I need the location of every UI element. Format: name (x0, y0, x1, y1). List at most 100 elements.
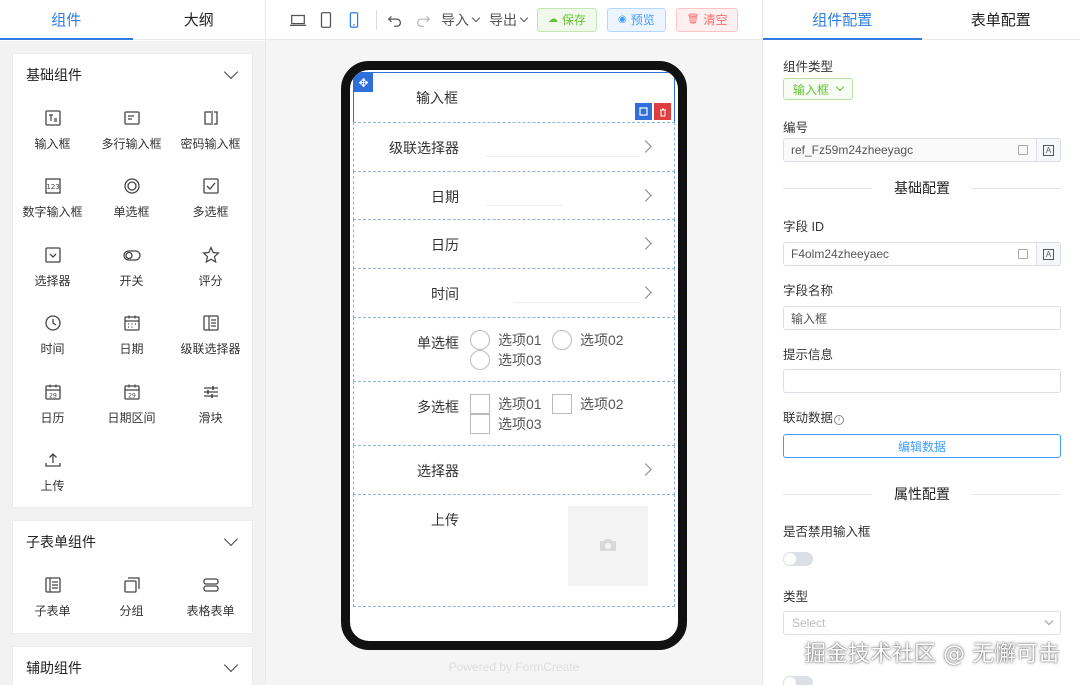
checkbox-option-2[interactable]: 选项02 (552, 394, 624, 414)
date-icon (123, 314, 141, 332)
undo-icon[interactable] (385, 10, 405, 30)
basic-config-divider: 基础配置 (783, 178, 1061, 198)
ref-field: ref_Fz59m24zheeyagc A (783, 138, 1061, 162)
component-item-input[interactable]: 输入框 (13, 96, 92, 165)
upload-area[interactable] (568, 506, 648, 586)
form-item-cascader[interactable]: 级联选择器 (353, 122, 675, 172)
component-item-select[interactable]: 选择器 (13, 233, 92, 302)
group-basic-header[interactable]: 基础组件 (13, 54, 252, 96)
copy-icon[interactable] (1018, 145, 1028, 155)
radio-circle (470, 330, 490, 350)
ref-value: ref_Fz59m24zheeyagc (791, 143, 914, 157)
date-range-icon: 29 (123, 383, 141, 401)
subform-components-grid: 子表单 分组 表格表单 (13, 563, 252, 636)
mobile-icon[interactable] (344, 10, 364, 30)
checkbox-option-1[interactable]: 选项01 (470, 394, 542, 414)
component-item-label: 密码输入框 (180, 136, 241, 151)
input-icon (44, 109, 62, 127)
tab-outline[interactable]: 大纲 (133, 0, 266, 39)
component-item-radio[interactable]: 单选框 (92, 165, 171, 234)
form-item-input[interactable]: ✥ 输入框 (353, 72, 675, 123)
form-item-calendar[interactable]: 日历 (353, 219, 675, 269)
powered-by: Powered by FormCreate (448, 660, 580, 674)
radio-option-2[interactable]: 选项02 (552, 330, 624, 350)
hint-input[interactable] (783, 369, 1061, 393)
radio-label: 单选框 (417, 335, 459, 351)
form-item-radio[interactable]: 单选框 选项01 选项02 选项03 (353, 317, 675, 382)
radio-option-1[interactable]: 选项01 (470, 330, 542, 350)
copy-icon[interactable] (1018, 249, 1028, 259)
desktop-icon[interactable] (288, 10, 308, 30)
component-item-star[interactable]: 评分 (171, 233, 250, 302)
tablet-icon[interactable] (316, 10, 336, 30)
component-type-select[interactable]: 输入框 (783, 78, 854, 100)
drag-handle-icon[interactable]: ✥ (354, 73, 373, 92)
tab-form-config[interactable]: 表单配置 (922, 0, 1080, 39)
component-item-group[interactable]: 分组 (92, 563, 171, 632)
component-item-label: 分组 (119, 603, 144, 618)
component-item-subform[interactable]: 子表单 (13, 563, 92, 632)
component-item-checkbox[interactable]: 多选框 (171, 165, 250, 234)
component-item-password[interactable]: 密码输入框 (171, 96, 250, 165)
ref-input[interactable]: ref_Fz59m24zheeyagc (783, 138, 1037, 162)
tab-component-config[interactable]: 组件配置 (763, 0, 922, 40)
attr-config-divider: 属性配置 (783, 484, 1061, 504)
ref-addon-button[interactable]: A (1037, 138, 1061, 162)
checkbox-option-label: 选项03 (498, 416, 542, 432)
delete-icon[interactable] (654, 103, 671, 120)
component-item-table-form[interactable]: 表格表单 (171, 563, 250, 632)
component-item-label: 选择器 (34, 273, 71, 288)
form-item-upload[interactable]: 上传 (353, 494, 675, 607)
radio-circle (470, 350, 490, 370)
checkbox-label: 多选框 (417, 399, 459, 415)
form-item-time[interactable]: 时间 (353, 268, 675, 318)
checkbox-option-3[interactable]: 选项03 (470, 414, 542, 434)
import-menu[interactable]: 导入 (441, 10, 481, 30)
component-item-textarea[interactable]: 多行输入框 (92, 96, 171, 165)
component-item-upload[interactable]: 上传 (13, 439, 92, 508)
component-item-clock[interactable]: 时间 (13, 302, 92, 371)
form-item-date[interactable]: 日期 (353, 171, 675, 220)
radio-icon (123, 177, 141, 195)
clear-button[interactable]: 🗑 清空 (675, 7, 739, 32)
kind-label: 类型 (783, 590, 809, 604)
checkbox-option-label: 选项01 (498, 396, 542, 412)
component-item-calendar[interactable]: 29 日历 (13, 370, 92, 439)
preview-button[interactable]: ◉ 预览 (607, 7, 666, 32)
component-item-label: 评分 (198, 273, 223, 288)
checkbox-square (552, 394, 572, 414)
kind-select[interactable]: Select (783, 611, 1061, 635)
component-item-label: 开关 (119, 273, 144, 288)
component-item-number-input[interactable]: 123 数字输入框 (13, 165, 92, 234)
disabled-switch[interactable] (783, 552, 813, 566)
extra-switch-row (783, 676, 1061, 685)
svg-text:123: 123 (46, 183, 59, 191)
field-name-input[interactable]: 输入框 (783, 306, 1061, 330)
info-icon[interactable]: i (834, 415, 845, 425)
form-item-select[interactable]: 选择器 (353, 445, 675, 495)
toolbar: 导入 导出 ☁ 保存 ◉ 预览 🗑 清空 (266, 0, 762, 40)
canvas-area: 导入 导出 ☁ 保存 ◉ 预览 🗑 清空 ✥ 输入框 级联选择器 日期 日历 时… (266, 0, 762, 685)
edit-data-button[interactable]: 编辑数据 (783, 434, 1061, 458)
component-item-slider[interactable]: 滑块 (171, 370, 250, 439)
export-label: 导出 (489, 11, 517, 28)
component-item-date-range[interactable]: 29 日期区间 (92, 370, 171, 439)
component-item-switch[interactable]: 开关 (92, 233, 171, 302)
component-item-cascader[interactable]: 级联选择器 (171, 302, 250, 371)
tab-components[interactable]: 组件 (0, 0, 133, 40)
field-id-input[interactable]: F4olm24zheeyaec (783, 242, 1037, 266)
export-menu[interactable]: 导出 (489, 10, 529, 30)
component-item-label: 日期 (119, 342, 144, 357)
form-item-checkbox[interactable]: 多选框 选项01 选项02 选项03 (353, 381, 675, 446)
field-id-addon-button[interactable]: A (1037, 242, 1061, 266)
save-button[interactable]: ☁ 保存 (537, 7, 598, 32)
upload-label: 上传 (431, 512, 459, 528)
component-item-label: 输入框 (34, 136, 71, 151)
group-aux-header[interactable]: 辅助组件 (13, 647, 252, 685)
redo-icon[interactable] (413, 10, 433, 30)
copy-icon[interactable] (635, 103, 652, 120)
component-item-date[interactable]: 日期 (92, 302, 171, 371)
group-subform-header[interactable]: 子表单组件 (13, 521, 252, 563)
extra-switch[interactable] (783, 676, 813, 685)
radio-option-3[interactable]: 选项03 (470, 350, 542, 370)
